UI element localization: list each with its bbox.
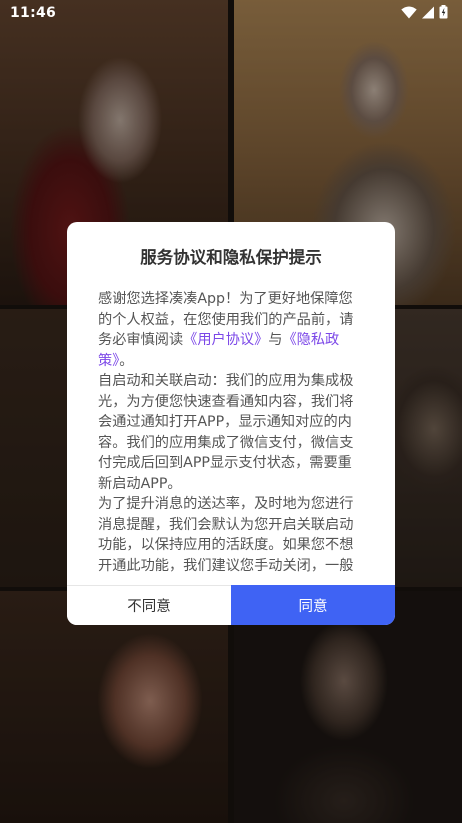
intro-paragraph: 感谢您选择凑凑App！为了更好地保障您的个人权益，在您使用我们的产品前，请务必审…: [98, 289, 364, 371]
status-bar: 11:46: [0, 0, 462, 26]
signal-icon: [421, 6, 435, 19]
agree-button[interactable]: 同意: [231, 585, 395, 625]
status-icons: [401, 5, 448, 19]
status-time: 11:46: [10, 5, 57, 21]
intro-suffix: 。: [119, 352, 134, 369]
user-agreement-link[interactable]: 《用户协议》: [183, 332, 268, 348]
notification-paragraph: 为了提升消息的送达率，及时地为您进行消息提醒，我们会默认为您开启关联启动功能，以…: [98, 496, 354, 574]
dialog-buttons: 不同意 同意: [67, 585, 395, 625]
privacy-dialog: 服务协议和隐私保护提示 感谢您选择凑凑App！为了更好地保障您的个人权益，在您使…: [67, 222, 395, 625]
connector-text: 与: [268, 332, 283, 348]
disagree-button[interactable]: 不同意: [67, 585, 231, 625]
battery-icon: [439, 5, 448, 19]
autostart-paragraph: 自启动和关联启动：我们的应用为集成极光，为方便您快速查看通知内容，我们将会通过通…: [98, 373, 354, 492]
wifi-icon: [401, 6, 417, 19]
dialog-body[interactable]: 感谢您选择凑凑App！为了更好地保障您的个人权益，在您使用我们的产品前，请务必审…: [98, 289, 364, 583]
dialog-title: 服务协议和隐私保护提示: [140, 248, 322, 267]
